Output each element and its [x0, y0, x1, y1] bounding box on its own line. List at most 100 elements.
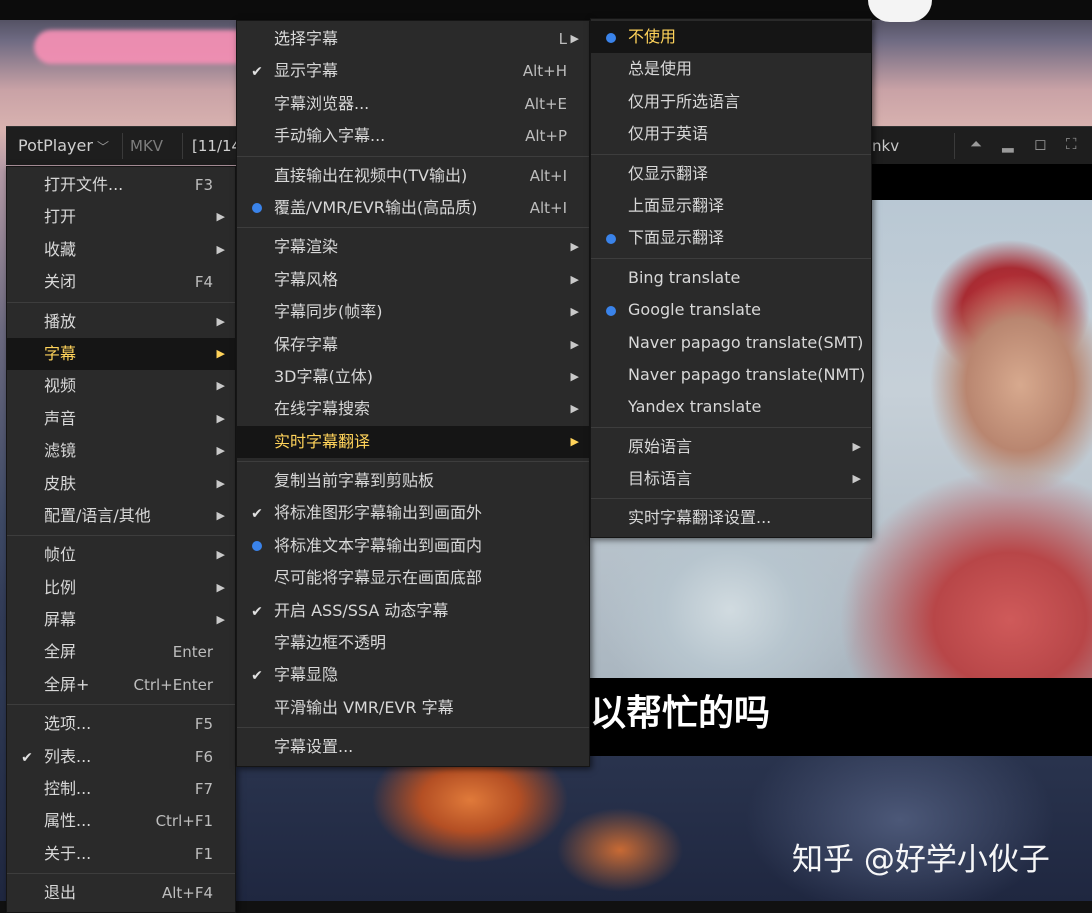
menu-item-label: 3D字幕(立体) — [274, 366, 373, 386]
format-label: MKV — [130, 137, 164, 155]
checkmark-icon: ✔ — [251, 603, 263, 620]
menu-item[interactable]: 关于... F1 — [7, 838, 235, 870]
menu-item[interactable]: 配置/语言/其他 ▶ — [7, 500, 235, 532]
menu-item[interactable]: 属性... Ctrl+F1 — [7, 805, 235, 837]
main-context-menu: 打开文件... F3 打开 ▶ 收藏 ▶ 关闭 F4 播放 ▶ 字幕 ▶ 视频 ▶ 声音 ▶ 滤镜 ▶ 皮肤 ▶ 配置/… — [6, 166, 236, 913]
menu-item[interactable]: 仅显示翻译 — [591, 158, 871, 190]
menu-item[interactable]: 字幕同步(帧率) ▶ — [237, 296, 589, 328]
menu-item[interactable]: ✔ 列表... F6 — [7, 741, 235, 773]
menu-item[interactable]: 播放 ▶ — [7, 306, 235, 338]
menu-item-label: 开启 ASS/SSA 动态字幕 — [274, 600, 449, 620]
menu-item[interactable]: 在线字幕搜索 ▶ — [237, 393, 589, 425]
menu-item[interactable]: 关闭 F4 — [7, 266, 235, 298]
menu-item[interactable]: 3D字幕(立体) ▶ — [237, 361, 589, 393]
menu-item[interactable]: 目标语言 ▶ — [591, 463, 871, 495]
menu-item[interactable]: Naver papago translate(SMT) — [591, 327, 871, 359]
menu-item[interactable]: 声音 ▶ — [7, 403, 235, 435]
submenu-arrow-icon: ▶ — [216, 444, 225, 458]
menu-item[interactable]: 上面显示翻译 — [591, 190, 871, 222]
menu-item-shortcut: Alt+H — [522, 62, 567, 81]
menu-item[interactable]: 字幕浏览器... Alt+E — [237, 88, 589, 120]
menu-item[interactable]: 字幕风格 ▶ — [237, 264, 589, 296]
menu-item[interactable]: ✔ 开启 ASS/SSA 动态字幕 — [237, 595, 589, 627]
menu-item-label: 保存字幕 — [274, 334, 339, 354]
radio-dot-icon — [249, 192, 265, 224]
menu-item[interactable]: ✔ 显示字幕 Alt+H — [237, 55, 589, 87]
menu-item[interactable]: 滤镜 ▶ — [7, 435, 235, 467]
menu-item[interactable]: 皮肤 ▶ — [7, 468, 235, 500]
menu-item[interactable]: 比例 ▶ — [7, 572, 235, 604]
menu-item[interactable]: 复制当前字幕到剪贴板 — [237, 465, 589, 497]
menu-item[interactable]: 尽可能将字幕显示在画面底部 — [237, 562, 589, 594]
menu-item[interactable]: 实时字幕翻译设置... — [591, 502, 871, 534]
menu-item-label: 属性... — [44, 811, 92, 831]
menu-item[interactable]: 仅用于英语 — [591, 118, 871, 150]
menu-item[interactable]: 帧位 ▶ — [7, 539, 235, 571]
menu-item[interactable]: 退出 Alt+F4 — [7, 877, 235, 909]
menu-item[interactable]: ✔ 将标准图形字幕输出到画面外 — [237, 497, 589, 529]
menu-item-label: 实时字幕翻译设置... — [628, 508, 772, 528]
fullscreen-icon[interactable]: ⛶ — [1066, 135, 1077, 153]
menu-separator — [7, 301, 235, 303]
menu-item[interactable]: 字幕设置... — [237, 731, 589, 763]
menu-separator — [237, 227, 589, 229]
menu-item[interactable]: 打开 ▶ — [7, 201, 235, 233]
menu-item-label: Naver papago translate(SMT) — [628, 332, 864, 352]
menu-separator — [237, 727, 589, 729]
menu-item[interactable]: 仅用于所选语言 — [591, 86, 871, 118]
submenu-arrow-icon: ▶ — [570, 337, 579, 351]
maximize-icon[interactable]: ◻ — [1034, 135, 1046, 153]
menu-item[interactable]: 全屏+ Ctrl+Enter — [7, 669, 235, 701]
pin-icon[interactable]: ⏶ — [970, 135, 982, 153]
minimize-icon[interactable]: ▂ — [1002, 135, 1014, 153]
menu-item[interactable]: 实时字幕翻译 ▶ — [237, 425, 589, 459]
menu-separator — [591, 498, 871, 500]
radio-dot-icon — [252, 541, 262, 552]
menu-item[interactable]: 控制... F7 — [7, 773, 235, 805]
menu-item-shortcut: L — [558, 30, 567, 48]
radio-dot-icon — [603, 21, 619, 53]
menu-item[interactable]: 将标准文本字幕输出到画面内 — [237, 530, 589, 562]
menu-item[interactable]: Naver papago translate(NMT) — [591, 359, 871, 391]
player-menu-button[interactable]: PotPlayer ﹀ — [18, 136, 109, 155]
menu-item-label: 帧位 — [44, 545, 77, 565]
submenu-arrow-icon: ▶ — [216, 411, 225, 425]
menu-item[interactable]: 选项... F5 — [7, 708, 235, 740]
menu-item-label: 选择字幕 — [274, 29, 339, 48]
menu-item[interactable]: 字幕边框不透明 — [237, 627, 589, 659]
menu-item-label: Naver papago translate(NMT) — [628, 364, 866, 384]
menu-item[interactable]: 选择字幕 L ▶ — [237, 23, 589, 55]
menu-item-shortcut: F7 — [194, 780, 213, 799]
menu-item[interactable]: Bing translate — [591, 262, 871, 294]
menu-item[interactable]: 平滑输出 VMR/EVR 字幕 — [237, 692, 589, 724]
menu-item-label: 手动输入字幕... — [274, 126, 386, 146]
menu-item[interactable]: ✔ 字幕显隐 — [237, 659, 589, 691]
radio-dot-icon — [249, 530, 265, 562]
realtime-translate-submenu: 不使用 总是使用 仅用于所选语言 仅用于英语仅显示翻译 上面显示翻译 下面显示翻译 Bing… — [590, 18, 872, 538]
menu-item[interactable]: 不使用 — [591, 21, 871, 54]
menu-item[interactable]: 视频 ▶ — [7, 370, 235, 402]
menu-item[interactable]: 直接输出在视频中(TV输出) Alt+I — [237, 160, 589, 192]
menu-item[interactable]: 收藏 ▶ — [7, 234, 235, 266]
menu-item[interactable]: 覆盖/VMR/EVR输出(高品质) Alt+I — [237, 192, 589, 224]
menu-item[interactable]: 打开文件... F3 — [7, 169, 235, 201]
menu-item[interactable]: 下面显示翻译 — [591, 222, 871, 254]
menu-item[interactable]: Google translate — [591, 294, 871, 326]
menu-item[interactable]: 全屏 Enter — [7, 636, 235, 668]
menu-item[interactable]: Yandex translate — [591, 391, 871, 423]
menu-item-shortcut: F5 — [194, 715, 213, 734]
menu-item-label: 尽可能将字幕显示在画面底部 — [274, 568, 483, 588]
menu-item[interactable]: 字幕 ▶ — [7, 337, 235, 371]
menu-item-label: 覆盖/VMR/EVR输出(高品质) — [274, 197, 478, 217]
menu-item[interactable]: 字幕渲染 ▶ — [237, 231, 589, 263]
menu-item[interactable]: 原始语言 ▶ — [591, 431, 871, 463]
menu-item-label: Google translate — [628, 300, 762, 320]
menu-item[interactable]: 总是使用 — [591, 53, 871, 85]
submenu-arrow-icon: ▶ — [570, 402, 579, 416]
menu-item-label: 全屏 — [44, 642, 77, 662]
menu-item[interactable]: 手动输入字幕... Alt+P — [237, 120, 589, 152]
submenu-arrow-icon: ▶ — [570, 240, 579, 254]
radio-dot-icon — [603, 222, 619, 254]
menu-item[interactable]: 保存字幕 ▶ — [237, 329, 589, 361]
menu-item[interactable]: 屏幕 ▶ — [7, 604, 235, 636]
